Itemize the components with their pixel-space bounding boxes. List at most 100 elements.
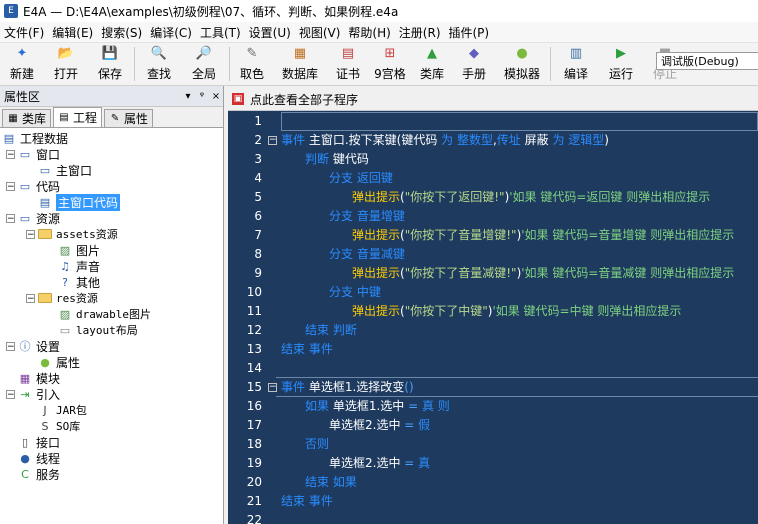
tree-item[interactable]: ● 线程 — [6, 450, 60, 466]
code-line[interactable]: 3 判断 键代码 — [228, 150, 758, 169]
database-button[interactable]: ▦ 数据库 — [272, 43, 328, 83]
tree-item[interactable]: ▤ 工程数据 — [2, 130, 68, 146]
collapse-icon[interactable]: − — [6, 149, 15, 159]
save-button[interactable]: 💾 保存 — [88, 43, 132, 83]
pin-icon[interactable]: ᵠ — [195, 91, 209, 102]
code-line[interactable]: 20 结束 如果 — [228, 473, 758, 492]
tree-item[interactable]: C 服务 — [6, 466, 60, 482]
menu-item[interactable]: 编辑(E) — [48, 24, 97, 41]
tree-item[interactable]: − ⇥ 引入 — [6, 386, 60, 402]
folder-icon — [38, 229, 52, 239]
tree-item[interactable]: − ▭ 代码 — [6, 178, 60, 194]
compile-button[interactable]: ▥ 编译 — [553, 43, 599, 83]
tree-item[interactable]: ▭ 主窗口 — [26, 162, 92, 178]
code-line[interactable]: 1 — [228, 112, 758, 131]
manual-button[interactable]: ◆ 手册 — [452, 43, 496, 83]
code-token: '如果 键代码=音量减键 则弹出相应提示 — [521, 266, 735, 280]
tree-item[interactable]: ▯ 接口 — [6, 434, 60, 450]
code-line[interactable]: 11 弹出提示("你按下了中键")'如果 键代码=中键 则弹出相应提示 — [228, 302, 758, 321]
menu-item[interactable]: 搜索(S) — [97, 24, 146, 41]
code-token: '如果 键代码=音量增键 则弹出相应提示 — [521, 228, 735, 242]
menu-item[interactable]: 插件(P) — [445, 24, 494, 41]
code-line[interactable]: 12 结束 判断 — [228, 321, 758, 340]
code-line[interactable]: 5 弹出提示("你按下了返回键!")'如果 键代码=返回键 则弹出相应提示 — [228, 188, 758, 207]
menu-item[interactable]: 视图(V) — [295, 24, 345, 41]
code-line[interactable]: 15− 事件 单选框1.选择改变() — [228, 378, 758, 397]
code-editor[interactable]: 1 2− 事件 主窗口.按下某键(键代码 为 整数型,传址 屏蔽 为 逻辑型) 3 判断… — [228, 111, 758, 524]
certificate-button[interactable]: ▤ 证书 — [328, 43, 368, 83]
menu-item[interactable]: 帮助(H) — [344, 24, 394, 41]
menu-item[interactable]: 注册(R) — [395, 24, 445, 41]
menu-item[interactable]: 设置(U) — [245, 24, 295, 41]
dropdown-icon[interactable]: ▾ — [181, 91, 195, 102]
view-all-subroutines-link[interactable]: 点此查看全部子程序 — [250, 91, 358, 108]
tree-item[interactable]: ▨ drawable图片 — [46, 306, 151, 322]
search-button[interactable]: 🔍 查找 — [137, 43, 181, 83]
code-token: 假 — [418, 418, 431, 432]
toolbar-label: 编译 — [563, 67, 588, 81]
code-line[interactable]: 21 结束 事件 — [228, 492, 758, 511]
menu-item[interactable]: 编译(C) — [146, 24, 196, 41]
menu-item[interactable]: 文件(F) — [0, 24, 48, 41]
tree-item[interactable]: J JAR包 — [26, 402, 87, 418]
code-line[interactable]: 18 否则 — [228, 435, 758, 454]
grid-button[interactable]: ⊞ 9宫格 — [368, 43, 412, 83]
collapse-icon[interactable]: − — [6, 389, 15, 399]
code-token: 结束 如果 — [305, 475, 357, 489]
collapse-icon[interactable]: − — [26, 229, 35, 239]
code-line[interactable]: 19 单选框2.选中 = 真 — [228, 454, 758, 473]
folder-node-icon: ▭ — [19, 211, 31, 225]
tree-item[interactable]: − assets资源 — [26, 226, 118, 242]
tab-project[interactable]: ▤ 工程 — [53, 107, 103, 127]
tree-item[interactable]: ● 属性 — [26, 354, 80, 370]
collapse-icon[interactable]: − — [6, 341, 15, 351]
fold-toggle-icon[interactable]: − — [268, 136, 277, 145]
tree-item[interactable]: ▤ 主窗口代码 — [26, 193, 121, 211]
code-token: 否则 — [305, 437, 330, 451]
tree-item[interactable]: ♫ 声音 — [46, 258, 100, 274]
code-line[interactable]: 4 分支 返回键 — [228, 169, 758, 188]
code-line[interactable]: 16 如果 单选框1.选中 = 真 则 — [228, 397, 758, 416]
tree-item[interactable]: − ▭ 资源 — [6, 210, 60, 226]
code-line[interactable]: 7 弹出提示("你按下了音量增键!")'如果 键代码=音量增键 则弹出相应提示 — [228, 226, 758, 245]
collapse-icon[interactable]: − — [26, 293, 35, 303]
tab-properties[interactable]: ✎ 属性 — [104, 109, 154, 127]
search-icon: 🔍 — [150, 46, 168, 61]
global-search-button[interactable]: 🔎 全局 — [181, 43, 227, 83]
subroutine-list-icon[interactable]: ▣ — [232, 93, 244, 105]
color-picker-button[interactable]: ✎ 取色 — [232, 43, 272, 83]
run-button[interactable]: ▶ 运行 — [599, 43, 643, 83]
code-line[interactable]: 9 弹出提示("你按下了音量减键!")'如果 键代码=音量减键 则弹出相应提示 — [228, 264, 758, 283]
collapse-icon[interactable]: − — [6, 181, 15, 191]
tree-item-label: 属性 — [56, 355, 81, 370]
build-mode-select[interactable]: 调试版(Debug) — [656, 52, 758, 70]
tree-item[interactable]: ▦ 模块 — [6, 370, 60, 386]
code-line[interactable]: 22 — [228, 511, 758, 524]
menu-item[interactable]: 工具(T) — [196, 24, 245, 41]
tab-library[interactable]: ▦ 类库 — [2, 109, 52, 127]
tree-item[interactable]: − res资源 — [26, 290, 98, 306]
new-button[interactable]: ✦ 新建 — [0, 43, 44, 83]
close-icon[interactable]: × — [209, 91, 223, 102]
tree-item[interactable]: ▭ layout布局 — [46, 322, 138, 338]
open-folder-button[interactable]: 📂 打开 — [44, 43, 88, 83]
tree-item[interactable]: S SO库 — [26, 418, 81, 434]
collapse-icon[interactable]: − — [6, 213, 15, 223]
code-line[interactable]: 6 分支 音量增键 — [228, 207, 758, 226]
code-line[interactable]: 2− 事件 主窗口.按下某键(键代码 为 整数型,传址 屏蔽 为 逻辑型) — [228, 131, 758, 150]
code-line[interactable]: 17 单选框2.选中 = 假 — [228, 416, 758, 435]
code-line[interactable]: 10 分支 中键 — [228, 283, 758, 302]
fold-toggle-icon[interactable]: − — [268, 383, 277, 392]
layout-icon: ▭ — [59, 323, 71, 337]
android-button[interactable]: ● 模拟器 — [496, 43, 548, 83]
tree-item[interactable]: − ⓘ 设置 — [6, 338, 60, 354]
library-button[interactable]: ▲ 类库 — [412, 43, 452, 83]
code-line[interactable]: 13 结束 事件 — [228, 340, 758, 359]
tree-item[interactable]: ? 其他 — [46, 274, 100, 290]
tree-item[interactable]: ▨ 图片 — [46, 242, 100, 258]
code-line[interactable]: 8 分支 音量减键 — [228, 245, 758, 264]
code-text: 否则 — [305, 435, 329, 454]
tree-item[interactable]: − ▭ 窗口 — [6, 146, 60, 162]
code-line[interactable]: 14 — [228, 359, 758, 378]
tree-item-label: 模块 — [36, 371, 61, 386]
